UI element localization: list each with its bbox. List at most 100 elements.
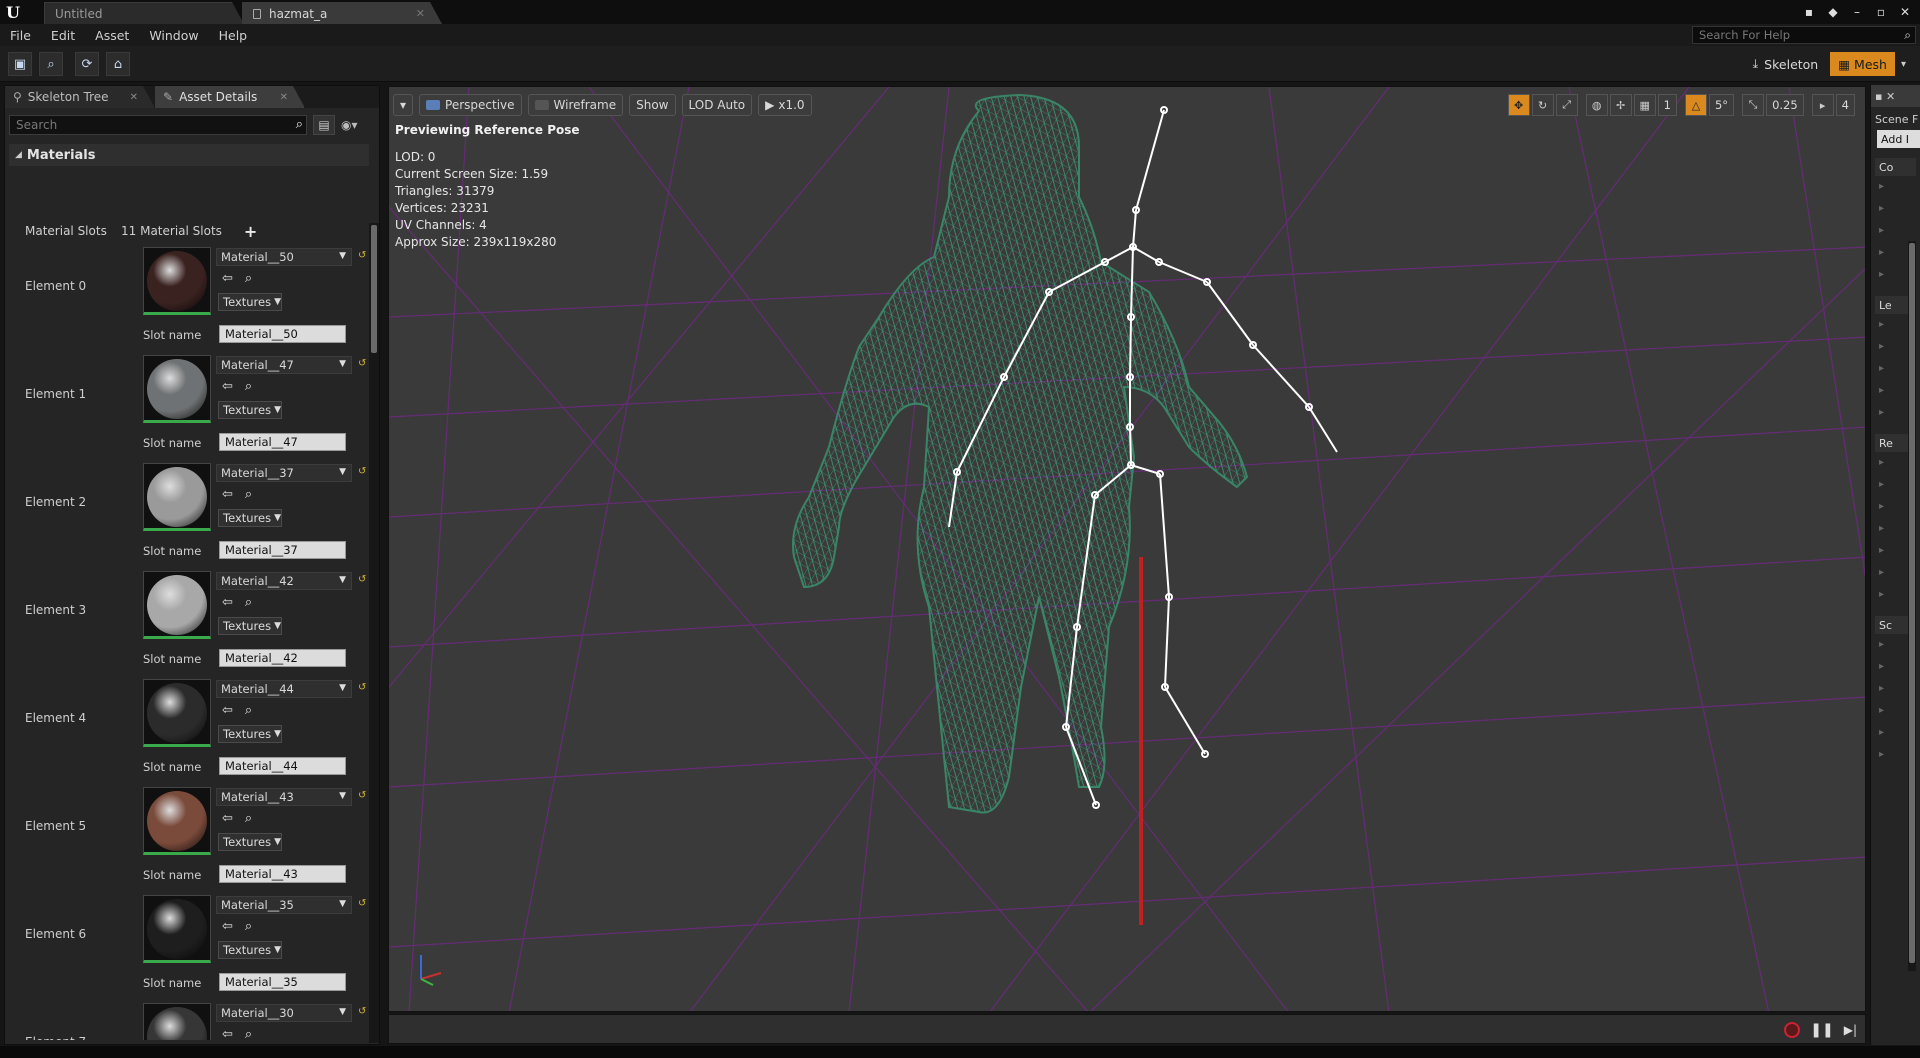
camera-speed-value[interactable]: 4: [1835, 94, 1855, 116]
step-forward-button[interactable]: ▶|: [1844, 1023, 1857, 1037]
menu-file[interactable]: File: [0, 28, 41, 43]
close-icon[interactable]: ✕: [130, 92, 138, 103]
use-selected-arrow-icon[interactable]: ⇦: [222, 703, 233, 718]
material-thumbnail[interactable]: [143, 895, 211, 963]
preview-viewport[interactable]: ▾ Perspective Wireframe Show LOD Auto ▶ x…: [388, 86, 1866, 1012]
material-thumbnail[interactable]: [143, 247, 211, 315]
material-picker[interactable]: Material__30 ▼: [216, 1004, 352, 1022]
browse-search-icon[interactable]: ⌕: [245, 811, 252, 826]
reset-to-default-icon[interactable]: ↺: [358, 898, 366, 909]
chevron-down-icon[interactable]: ▾: [1901, 59, 1906, 70]
material-picker[interactable]: Material__47 ▼: [216, 356, 352, 374]
rotation-snap-icon[interactable]: △: [1684, 94, 1707, 116]
slot-name-field[interactable]: Material__42: [219, 649, 346, 667]
slot-name-field[interactable]: Material__35: [219, 973, 346, 991]
rotation-snap-value[interactable]: 5°: [1708, 94, 1735, 116]
lod-button[interactable]: LOD Auto: [681, 94, 753, 116]
menu-edit[interactable]: Edit: [41, 28, 85, 43]
browse-search-icon[interactable]: ⌕: [245, 487, 252, 502]
material-thumbnail[interactable]: [143, 1003, 211, 1040]
material-thumbnail[interactable]: [143, 679, 211, 747]
translate-icon[interactable]: ✥: [1507, 94, 1530, 116]
camera-speed-icon[interactable]: ▸: [1811, 94, 1834, 116]
surface-snap-icon[interactable]: ✢: [1609, 94, 1632, 116]
notification-icon[interactable]: ◆: [1824, 3, 1842, 21]
details-scrollbar[interactable]: [369, 223, 379, 1043]
wireframe-button[interactable]: Wireframe: [527, 94, 624, 116]
browse-search-icon[interactable]: ⌕: [245, 271, 252, 286]
material-picker[interactable]: Material__43 ▼: [216, 788, 352, 806]
textures-dropdown[interactable]: Textures ▼: [218, 941, 282, 959]
mesh-mode-button[interactable]: ▦ Mesh: [1830, 52, 1895, 76]
make-static-mesh-button[interactable]: ⌂: [106, 52, 130, 76]
textures-dropdown[interactable]: Textures ▼: [218, 833, 282, 851]
material-picker[interactable]: Material__42 ▼: [216, 572, 352, 590]
tab-skeleton-tree[interactable]: ⚲ Skeleton Tree ✕: [5, 86, 155, 108]
grid-snap-icon[interactable]: ▦: [1633, 94, 1656, 116]
pause-button[interactable]: ❚❚: [1810, 1022, 1833, 1038]
material-picker[interactable]: Material__35 ▼: [216, 896, 352, 914]
menu-help[interactable]: Help: [209, 28, 258, 43]
viewport-options-button[interactable]: ▾: [393, 94, 414, 116]
slot-name-field[interactable]: Material__44: [219, 757, 346, 775]
feedback-icon[interactable]: ▪: [1800, 3, 1818, 21]
use-selected-arrow-icon[interactable]: ⇦: [222, 487, 233, 502]
help-search-input[interactable]: Search For Help ⌕: [1692, 26, 1916, 44]
reset-to-default-icon[interactable]: ↺: [358, 250, 366, 261]
reset-to-default-icon[interactable]: ↺: [358, 1006, 366, 1017]
material-thumbnail[interactable]: [143, 355, 211, 423]
minimize-button[interactable]: –: [1848, 3, 1866, 21]
category-co[interactable]: Co: [1875, 158, 1916, 176]
tab-asset-details[interactable]: ✎ Asset Details ✕: [155, 86, 305, 108]
reset-to-default-icon[interactable]: ↺: [358, 790, 366, 801]
scrollbar-thumb[interactable]: [1909, 243, 1915, 963]
use-selected-arrow-icon[interactable]: ⇦: [222, 919, 233, 934]
menu-window[interactable]: Window: [139, 28, 208, 43]
material-picker[interactable]: Material__44 ▼: [216, 680, 352, 698]
add-button[interactable]: Add I: [1877, 130, 1920, 148]
browse-search-icon[interactable]: ⌕: [245, 703, 252, 718]
use-selected-arrow-icon[interactable]: ⇦: [222, 1027, 233, 1040]
use-selected-arrow-icon[interactable]: ⇦: [222, 595, 233, 610]
reimport-button[interactable]: ⟳: [75, 52, 99, 76]
textures-dropdown[interactable]: Textures ▼: [218, 617, 282, 635]
material-thumbnail[interactable]: [143, 787, 211, 855]
textures-dropdown[interactable]: Textures ▼: [218, 725, 282, 743]
use-selected-arrow-icon[interactable]: ⇦: [222, 811, 233, 826]
property-matrix-button[interactable]: ▤: [313, 115, 335, 135]
perspective-button[interactable]: Perspective: [419, 94, 522, 116]
close-icon[interactable]: ✕: [280, 92, 288, 103]
find-in-browser-button[interactable]: ⌕: [39, 52, 63, 76]
textures-dropdown[interactable]: Textures ▼: [218, 293, 282, 311]
grid-snap-value[interactable]: 1: [1657, 94, 1677, 116]
skeleton-mode-button[interactable]: ⤓ Skeleton: [1747, 56, 1825, 72]
browse-search-icon[interactable]: ⌕: [245, 595, 252, 610]
browse-search-icon[interactable]: ⌕: [245, 919, 252, 934]
scale-snap-value[interactable]: 0.25: [1766, 94, 1804, 116]
use-selected-arrow-icon[interactable]: ⇦: [222, 379, 233, 394]
details-search-input[interactable]: Search ⌕: [9, 115, 307, 135]
world-local-icon[interactable]: ◍: [1585, 94, 1608, 116]
use-selected-arrow-icon[interactable]: ⇦: [222, 271, 233, 286]
view-options-eye-icon[interactable]: ◉▾: [341, 118, 358, 132]
scrollbar-thumb[interactable]: [371, 225, 377, 353]
slot-name-field[interactable]: Material__37: [219, 541, 346, 559]
slot-name-field[interactable]: Material__47: [219, 433, 346, 451]
add-slot-icon[interactable]: +: [244, 222, 257, 241]
playback-speed-button[interactable]: ▶ x1.0: [758, 94, 812, 116]
maximize-button[interactable]: ▫: [1872, 3, 1890, 21]
material-thumbnail[interactable]: [143, 571, 211, 639]
reset-to-default-icon[interactable]: ↺: [358, 466, 366, 477]
material-picker[interactable]: Material__37 ▼: [216, 464, 352, 482]
close-icon[interactable]: ✕: [416, 7, 425, 20]
unreal-logo-icon[interactable]: U: [0, 0, 26, 24]
scale-icon[interactable]: ⤢: [1555, 94, 1578, 116]
record-button[interactable]: [1784, 1022, 1801, 1038]
material-thumbnail[interactable]: [143, 463, 211, 531]
textures-dropdown[interactable]: Textures ▼: [218, 401, 282, 419]
reset-to-default-icon[interactable]: ↺: [358, 358, 366, 369]
close-window-button[interactable]: ✕: [1896, 3, 1914, 21]
reset-to-default-icon[interactable]: ↺: [358, 682, 366, 693]
browse-search-icon[interactable]: ⌕: [245, 379, 252, 394]
category-materials[interactable]: ◢ Materials: [9, 144, 369, 166]
